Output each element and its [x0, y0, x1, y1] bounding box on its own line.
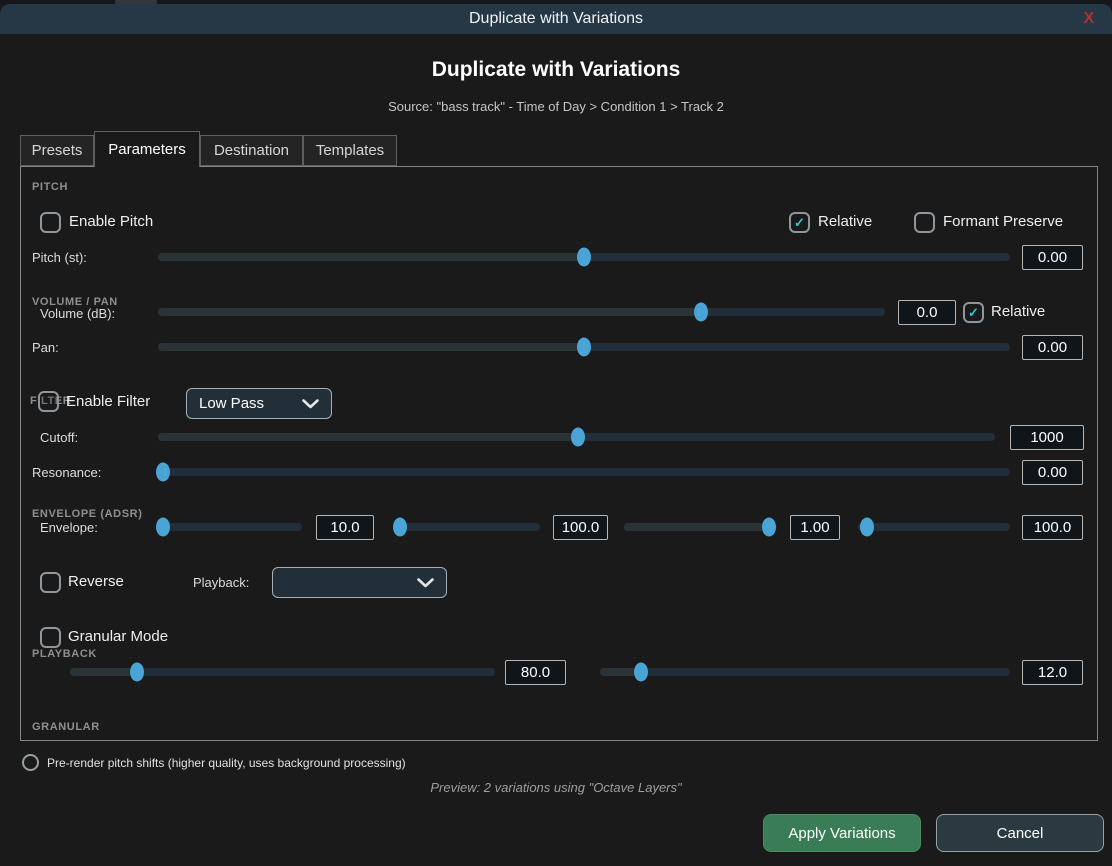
pitch-slider-fill: [158, 253, 584, 261]
volume-slider[interactable]: [158, 308, 885, 316]
formant-preserve-label: Formant Preserve: [943, 213, 1063, 230]
tab-presets[interactable]: Presets: [20, 135, 94, 166]
pitch-slider[interactable]: [158, 253, 1010, 261]
section-label-granular: GRANULAR: [32, 721, 100, 733]
pan-row-label: Pan:: [32, 340, 59, 355]
reverse-label: Reverse: [68, 573, 124, 590]
cancel-label: Cancel: [997, 825, 1044, 842]
section-label-playback: PLAYBACK: [32, 648, 97, 660]
volume-relative-checkbox[interactable]: ✓: [963, 302, 984, 323]
close-icon[interactable]: X: [1078, 9, 1100, 29]
prerender-radio[interactable]: [22, 754, 39, 771]
playback-amount-handle[interactable]: [634, 663, 648, 682]
tab-destination-label: Destination: [214, 142, 289, 159]
envelope-release-handle[interactable]: [860, 518, 874, 537]
tab-parameters[interactable]: Parameters: [94, 131, 200, 167]
granular-mode-label: Granular Mode: [68, 628, 168, 645]
volume-row-label: Volume (dB):: [40, 306, 115, 321]
cutoff-slider-handle[interactable]: [571, 428, 585, 447]
preview-text: Preview: 2 variations using "Octave Laye…: [0, 780, 1112, 795]
pan-slider-handle[interactable]: [577, 338, 591, 357]
resonance-value-field[interactable]: 0.00: [1022, 460, 1083, 485]
window-title: Duplicate with Variations: [469, 10, 643, 28]
tab-parameters-label: Parameters: [108, 141, 186, 158]
cutoff-value-field[interactable]: 1000: [1010, 425, 1084, 450]
pitch-relative-checkbox[interactable]: ✓: [789, 212, 810, 233]
playback-amount-slider[interactable]: [600, 668, 1010, 676]
resonance-slider[interactable]: [158, 468, 1010, 476]
chevron-down-icon: [417, 578, 434, 588]
page-title: Duplicate with Variations: [0, 58, 1112, 82]
tab-destination[interactable]: Destination: [200, 135, 303, 166]
section-label-pitch: PITCH: [32, 181, 68, 193]
pitch-row-label: Pitch (st):: [32, 250, 87, 265]
cutoff-slider[interactable]: [158, 433, 995, 441]
envelope-release-value-field[interactable]: 100.0: [1022, 515, 1083, 540]
volume-slider-fill: [158, 308, 701, 316]
volume-relative-label: Relative: [991, 303, 1045, 320]
pan-value-field[interactable]: 0.00: [1022, 335, 1083, 360]
playback-amount-value-field[interactable]: 12.0: [1022, 660, 1083, 685]
apply-variations-label: Apply Variations: [788, 825, 895, 842]
source-breadcrumb: Source: "bass track" - Time of Day > Con…: [0, 99, 1112, 114]
cutoff-slider-fill: [158, 433, 578, 441]
envelope-sustain-handle[interactable]: [762, 518, 776, 537]
envelope-decay-value-field[interactable]: 100.0: [553, 515, 608, 540]
check-icon: ✓: [968, 305, 979, 321]
envelope-sustain-fill: [624, 523, 769, 531]
formant-preserve-checkbox[interactable]: [914, 212, 935, 233]
pitch-slider-handle[interactable]: [577, 248, 591, 267]
playback-speed-value-field[interactable]: 80.0: [505, 660, 566, 685]
filter-type-value: Low Pass: [199, 395, 264, 412]
playback-speed-slider[interactable]: [70, 668, 495, 676]
pitch-value-field[interactable]: 0.00: [1022, 245, 1083, 270]
envelope-sustain-slider[interactable]: [624, 523, 777, 531]
enable-filter-checkbox[interactable]: [38, 391, 59, 412]
volume-value-field[interactable]: 0.0: [898, 300, 956, 325]
duplicate-with-variations-dialog: Duplicate with Variations X Duplicate wi…: [0, 0, 1112, 866]
pan-slider[interactable]: [158, 343, 1010, 351]
check-icon: ✓: [794, 215, 805, 231]
envelope-decay-handle[interactable]: [393, 518, 407, 537]
cancel-button[interactable]: Cancel: [936, 814, 1104, 852]
enable-pitch-label: Enable Pitch: [69, 213, 153, 230]
reverse-checkbox[interactable]: [40, 572, 61, 593]
playback-row-label: Playback:: [193, 575, 249, 590]
envelope-attack-value-field[interactable]: 10.0: [316, 515, 374, 540]
pan-slider-fill: [158, 343, 584, 351]
pitch-relative-label: Relative: [818, 213, 872, 230]
tab-templates-label: Templates: [316, 142, 384, 159]
section-label-envelope: ENVELOPE (ADSR): [32, 508, 142, 520]
granular-mode-checkbox[interactable]: [40, 627, 61, 648]
apply-variations-button[interactable]: Apply Variations: [763, 814, 921, 852]
envelope-attack-slider[interactable]: [158, 523, 302, 531]
cutoff-row-label: Cutoff:: [40, 430, 78, 445]
window-titlebar[interactable]: Duplicate with Variations X: [0, 4, 1112, 34]
envelope-sustain-value-field[interactable]: 1.00: [790, 515, 840, 540]
envelope-attack-handle[interactable]: [156, 518, 170, 537]
playback-speed-fill: [70, 668, 137, 676]
filter-type-dropdown[interactable]: Low Pass: [186, 388, 332, 419]
enable-pitch-checkbox[interactable]: [40, 212, 61, 233]
resonance-slider-handle[interactable]: [156, 463, 170, 482]
chevron-down-icon: [302, 399, 319, 409]
envelope-row-label: Envelope:: [40, 520, 98, 535]
tab-templates[interactable]: Templates: [303, 135, 397, 166]
resonance-row-label: Resonance:: [32, 465, 101, 480]
playback-speed-handle[interactable]: [130, 663, 144, 682]
prerender-label: Pre-render pitch shifts (higher quality,…: [47, 756, 406, 770]
tab-presets-label: Presets: [32, 142, 83, 159]
playback-mode-dropdown[interactable]: [272, 567, 447, 598]
volume-slider-handle[interactable]: [694, 303, 708, 322]
envelope-decay-slider[interactable]: [394, 523, 540, 531]
envelope-release-slider[interactable]: [858, 523, 1010, 531]
enable-filter-label: Enable Filter: [66, 393, 150, 410]
